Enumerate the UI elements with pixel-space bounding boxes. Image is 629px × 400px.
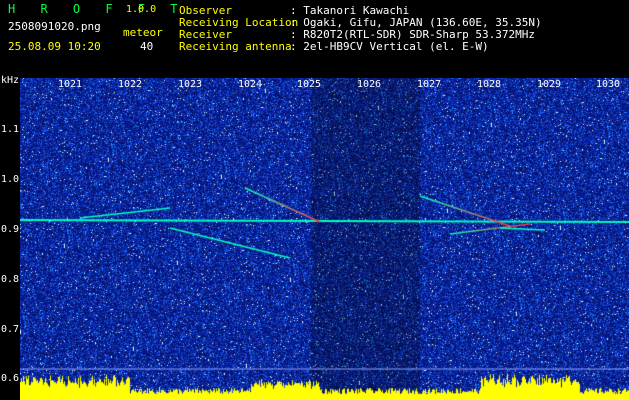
antenna-value: : 2el-HB9CV Vertical (el. E-W) (290, 40, 489, 53)
x-tick-label: 1028 (477, 79, 502, 90)
x-tick-label: 1027 (417, 79, 442, 90)
header-panel: H R O F F T 1.0.0 2508091020.png meteor … (0, 0, 629, 72)
x-tick-label: 1023 (178, 79, 203, 90)
x-tick-label: 1021 (58, 79, 83, 90)
y-tick-label: 0.7 (1, 324, 20, 335)
y-tick-label: 1.1 (1, 124, 20, 135)
x-tick-label: 1025 (297, 79, 322, 90)
app-version: 1.0.0 (126, 4, 157, 15)
x-tick-label: 1024 (238, 79, 263, 90)
mode-label: meteor (123, 26, 163, 39)
x-tick-label: 1026 (357, 79, 382, 90)
antenna-label: Receiving antenna (179, 40, 292, 53)
datetime: 25.08.09 10:20 (8, 40, 101, 53)
spectrogram (20, 78, 629, 400)
y-tick-label: 0.6 (1, 373, 20, 384)
count: 40 (140, 40, 154, 53)
x-tick-label: 1029 (537, 79, 562, 90)
y-unit-label: kHz (1, 75, 20, 86)
y-tick-label: 1.0 (1, 174, 20, 185)
y-tick-label: 0.9 (1, 224, 20, 235)
x-tick-label: 1030 (596, 79, 621, 90)
y-tick-label: 0.8 (1, 274, 20, 285)
app-logo: H R O F F T (8, 2, 187, 16)
x-tick-label: 1022 (118, 79, 143, 90)
y-axis: kHz 1.1 1.0 0.9 0.8 0.7 0.6 (0, 72, 20, 400)
filename: 2508091020.png (8, 20, 101, 33)
